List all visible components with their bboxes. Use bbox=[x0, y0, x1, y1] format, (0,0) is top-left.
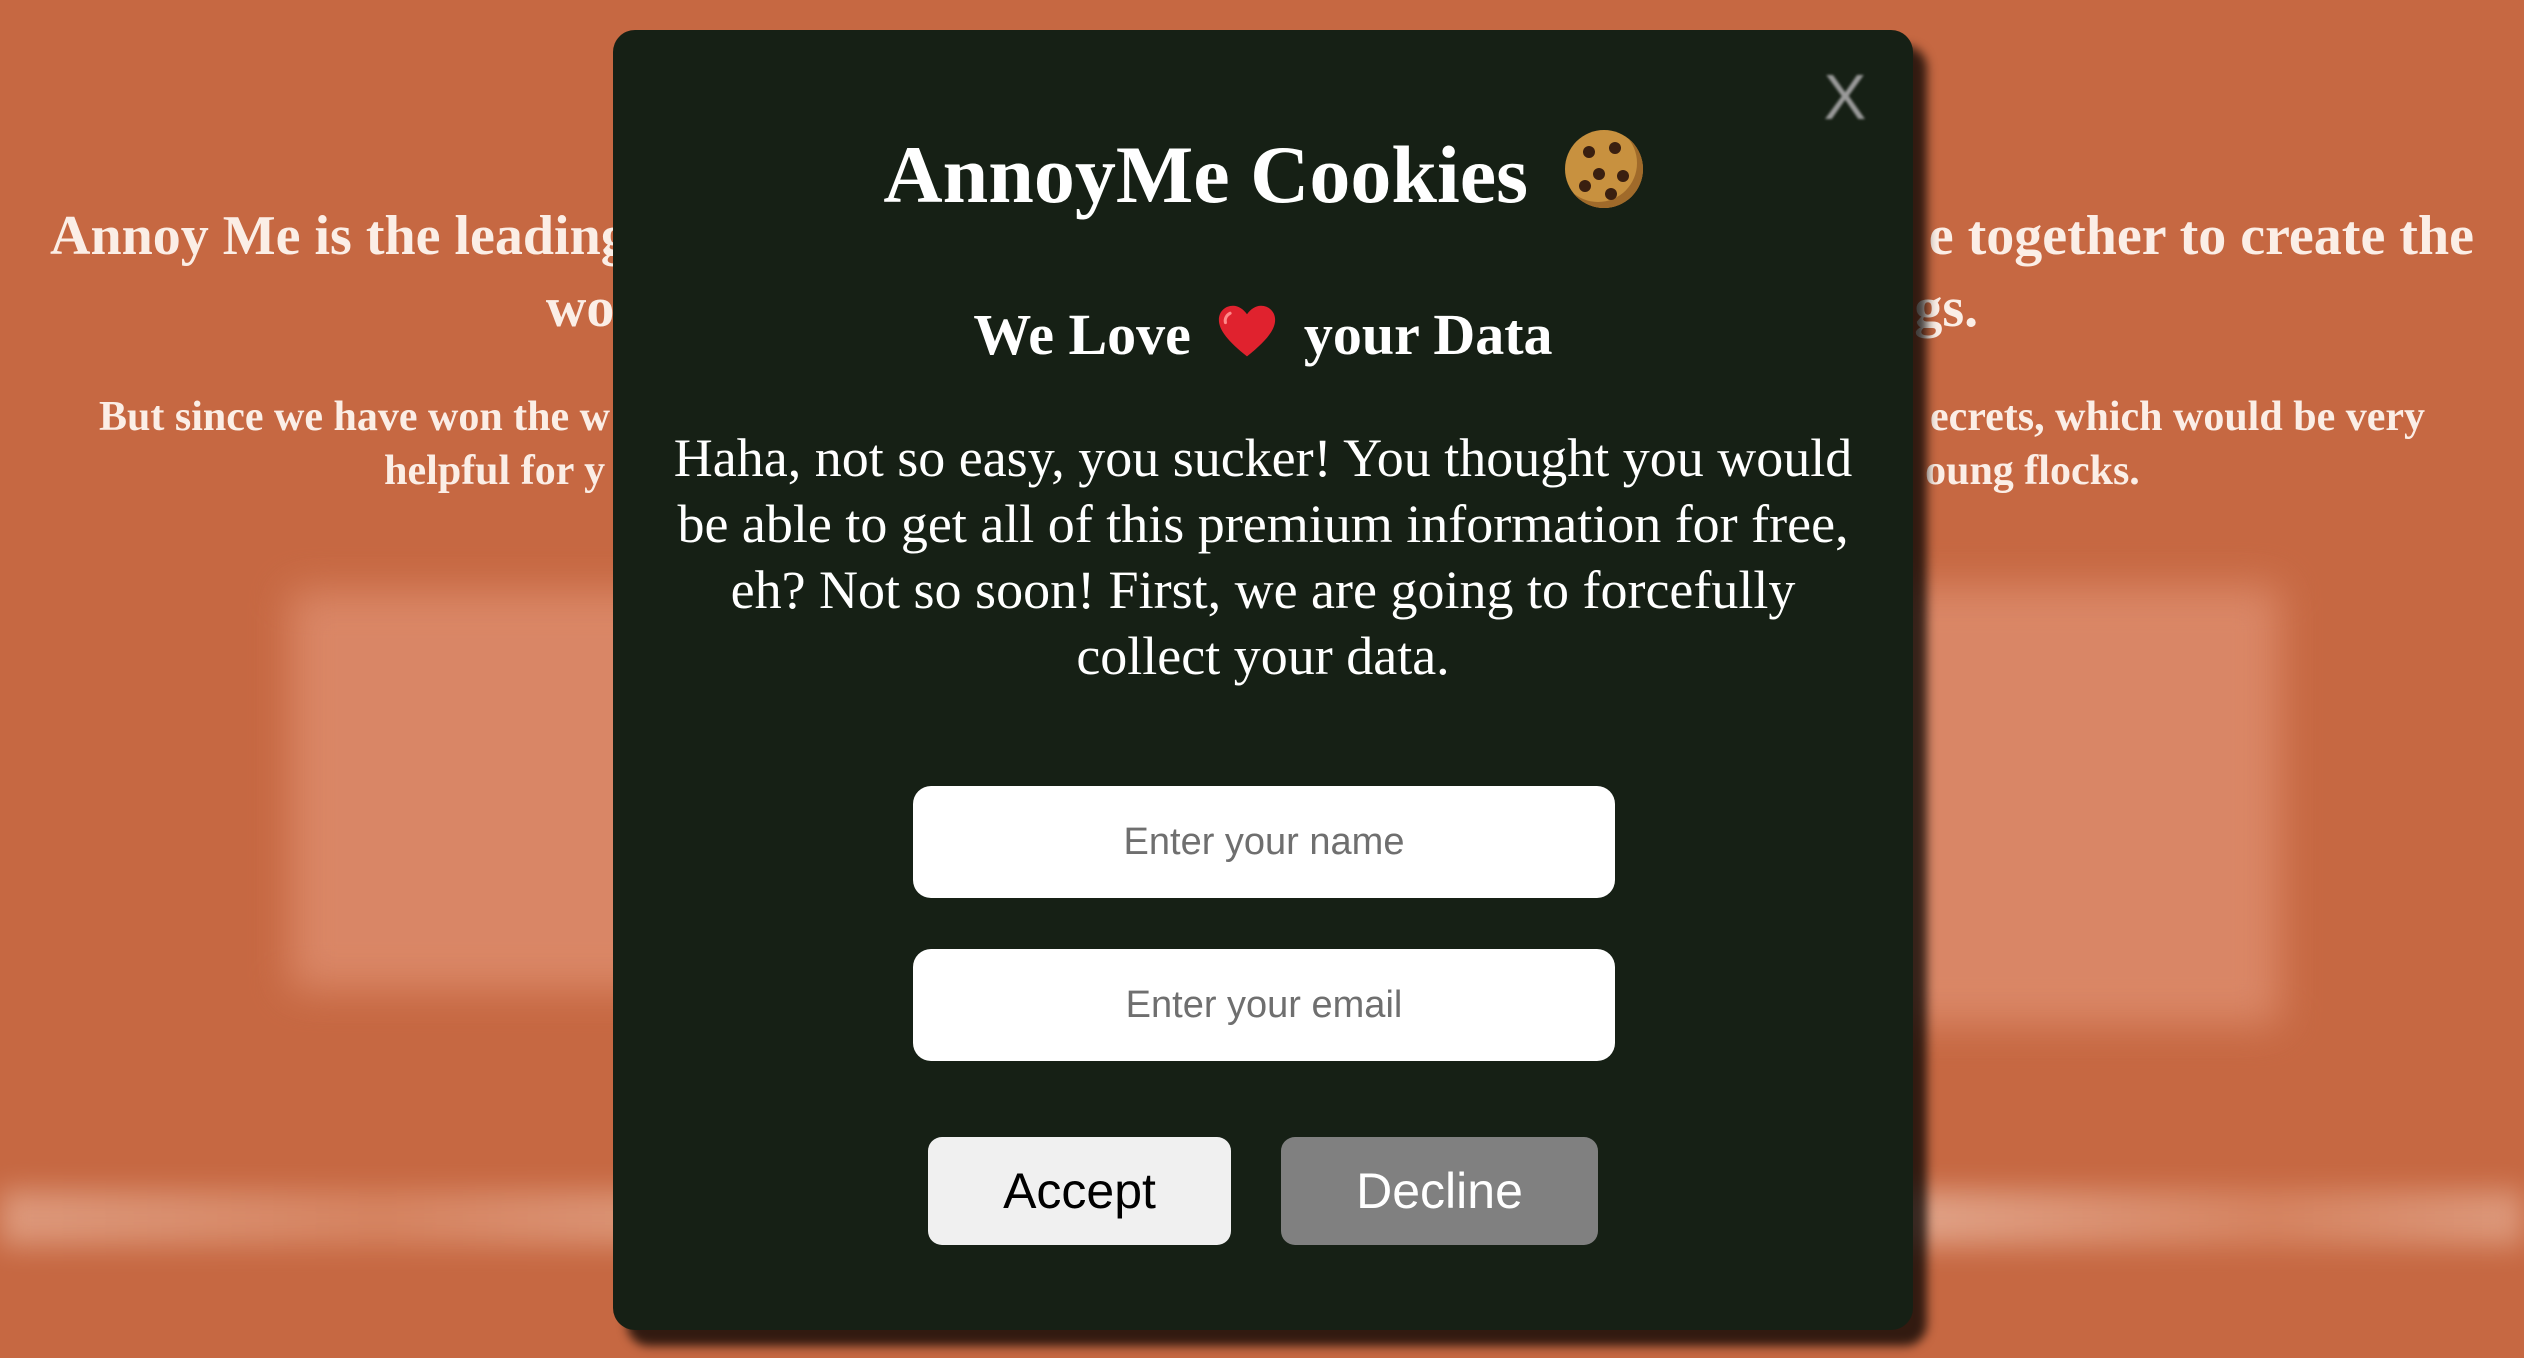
background-headline-line2-left: wo bbox=[545, 277, 615, 339]
cookie-icon bbox=[1564, 130, 1643, 208]
blurred-image-right bbox=[1880, 585, 2280, 1025]
cookie-modal: X AnnoyMe Cookies We Love your Data Haha… bbox=[613, 30, 1913, 1330]
name-input[interactable] bbox=[913, 786, 1615, 898]
background-sub-line2-right: oung flocks. bbox=[1925, 448, 2140, 494]
background-sub-line2-left: helpful for y bbox=[384, 448, 606, 494]
background-headline-line2-right: gs. bbox=[1914, 277, 1979, 339]
modal-body-text: Haha, not so easy, you sucker! You thoug… bbox=[673, 428, 1853, 686]
modal-subtitle: We Love your Data bbox=[613, 295, 1913, 375]
background-sub-line1-left: But since we have won the w bbox=[99, 394, 610, 440]
modal-title: AnnoyMe Cookies bbox=[613, 120, 1913, 230]
decline-button[interactable]: Decline bbox=[1281, 1137, 1598, 1245]
subtitle-text-after: your Data bbox=[1303, 302, 1553, 367]
heart-icon bbox=[1219, 305, 1276, 357]
accept-button[interactable]: Accept bbox=[928, 1137, 1231, 1245]
background-headline-line1-right: e together to create the bbox=[1928, 205, 2474, 267]
modal-title-text: AnnoyMe Cookies bbox=[883, 129, 1529, 220]
background-sub-line1-right: ecrets, which would be very bbox=[1930, 394, 2425, 440]
email-input[interactable] bbox=[913, 949, 1615, 1061]
subtitle-text-before: We Love bbox=[973, 302, 1191, 367]
background-headline-line1-left: Annoy Me is the leading bbox=[50, 205, 629, 267]
